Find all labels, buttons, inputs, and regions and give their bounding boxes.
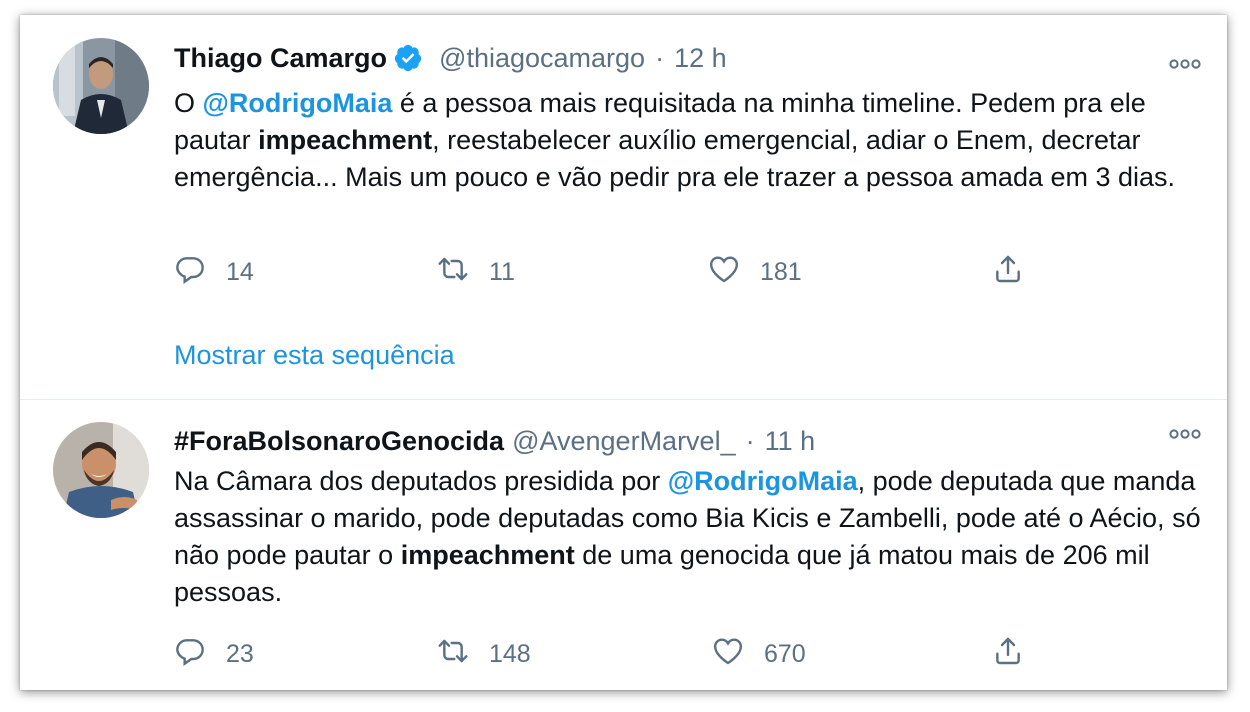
- share-icon: [992, 635, 1024, 674]
- timestamp[interactable]: 11 h: [765, 424, 816, 458]
- tweet[interactable]: Thiago Camargo @thiagocamargo · 12 h O @…: [20, 15, 1227, 399]
- share-button[interactable]: [992, 635, 1024, 674]
- author-handle[interactable]: @AvengerMarvel_: [512, 424, 736, 458]
- reply-icon: [174, 253, 206, 292]
- avatar[interactable]: [53, 422, 149, 518]
- author-name[interactable]: #ForaBolsonaroGenocida: [174, 424, 504, 458]
- tweet-text: O @RodrigoMaia é a pessoa mais requisita…: [174, 85, 1204, 196]
- reply-count: 14: [226, 258, 254, 286]
- retweet-icon: [437, 635, 469, 674]
- heart-icon: [712, 635, 744, 674]
- like-count: 181: [760, 258, 802, 286]
- tweet-actions: 14 11 181: [174, 253, 1074, 293]
- reply-icon: [174, 635, 206, 674]
- text-segment: Na Câmara dos deputados presidida por: [174, 466, 668, 496]
- share-button[interactable]: [992, 253, 1024, 292]
- mention-link[interactable]: @RodrigoMaia: [668, 466, 858, 496]
- tweet-list: Thiago Camargo @thiagocamargo · 12 h O @…: [20, 15, 1227, 690]
- bold-text: impeachment: [258, 125, 433, 155]
- like-button[interactable]: 670: [712, 635, 806, 674]
- separator: ·: [655, 43, 665, 73]
- timestamp[interactable]: 12 h: [674, 41, 727, 75]
- reply-count: 23: [226, 640, 254, 668]
- like-count: 670: [764, 640, 806, 668]
- share-icon: [992, 253, 1024, 292]
- more-horizontal-icon[interactable]: [1169, 427, 1201, 446]
- text-segment: O: [174, 88, 203, 118]
- more-horizontal-icon[interactable]: [1169, 57, 1201, 76]
- author-handle[interactable]: @thiagocamargo: [439, 41, 645, 75]
- retweet-button[interactable]: 11: [437, 253, 515, 292]
- heart-icon: [708, 253, 740, 292]
- retweet-button[interactable]: 148: [437, 635, 531, 674]
- mention-link[interactable]: @RodrigoMaia: [203, 88, 393, 118]
- reply-button[interactable]: 14: [174, 253, 254, 292]
- retweet-icon: [437, 253, 469, 292]
- like-button[interactable]: 181: [708, 253, 802, 292]
- tweet-actions: 23 148 670: [174, 635, 1074, 675]
- bold-text: impeachment: [400, 540, 575, 570]
- show-thread-link[interactable]: Mostrar esta sequência: [174, 340, 455, 371]
- verified-badge-icon: [393, 43, 423, 73]
- avatar[interactable]: [53, 38, 149, 134]
- tweet-header: #ForaBolsonaroGenocida @AvengerMarvel_ ·…: [174, 424, 815, 458]
- reply-button[interactable]: 23: [174, 635, 254, 674]
- tweet-header: Thiago Camargo @thiagocamargo · 12 h: [174, 41, 727, 75]
- tweet-text: Na Câmara dos deputados presidida por @R…: [174, 463, 1204, 611]
- author-name[interactable]: Thiago Camargo: [174, 41, 387, 75]
- separator: ·: [745, 426, 755, 456]
- retweet-count: 148: [489, 640, 531, 668]
- retweet-count: 11: [489, 258, 515, 286]
